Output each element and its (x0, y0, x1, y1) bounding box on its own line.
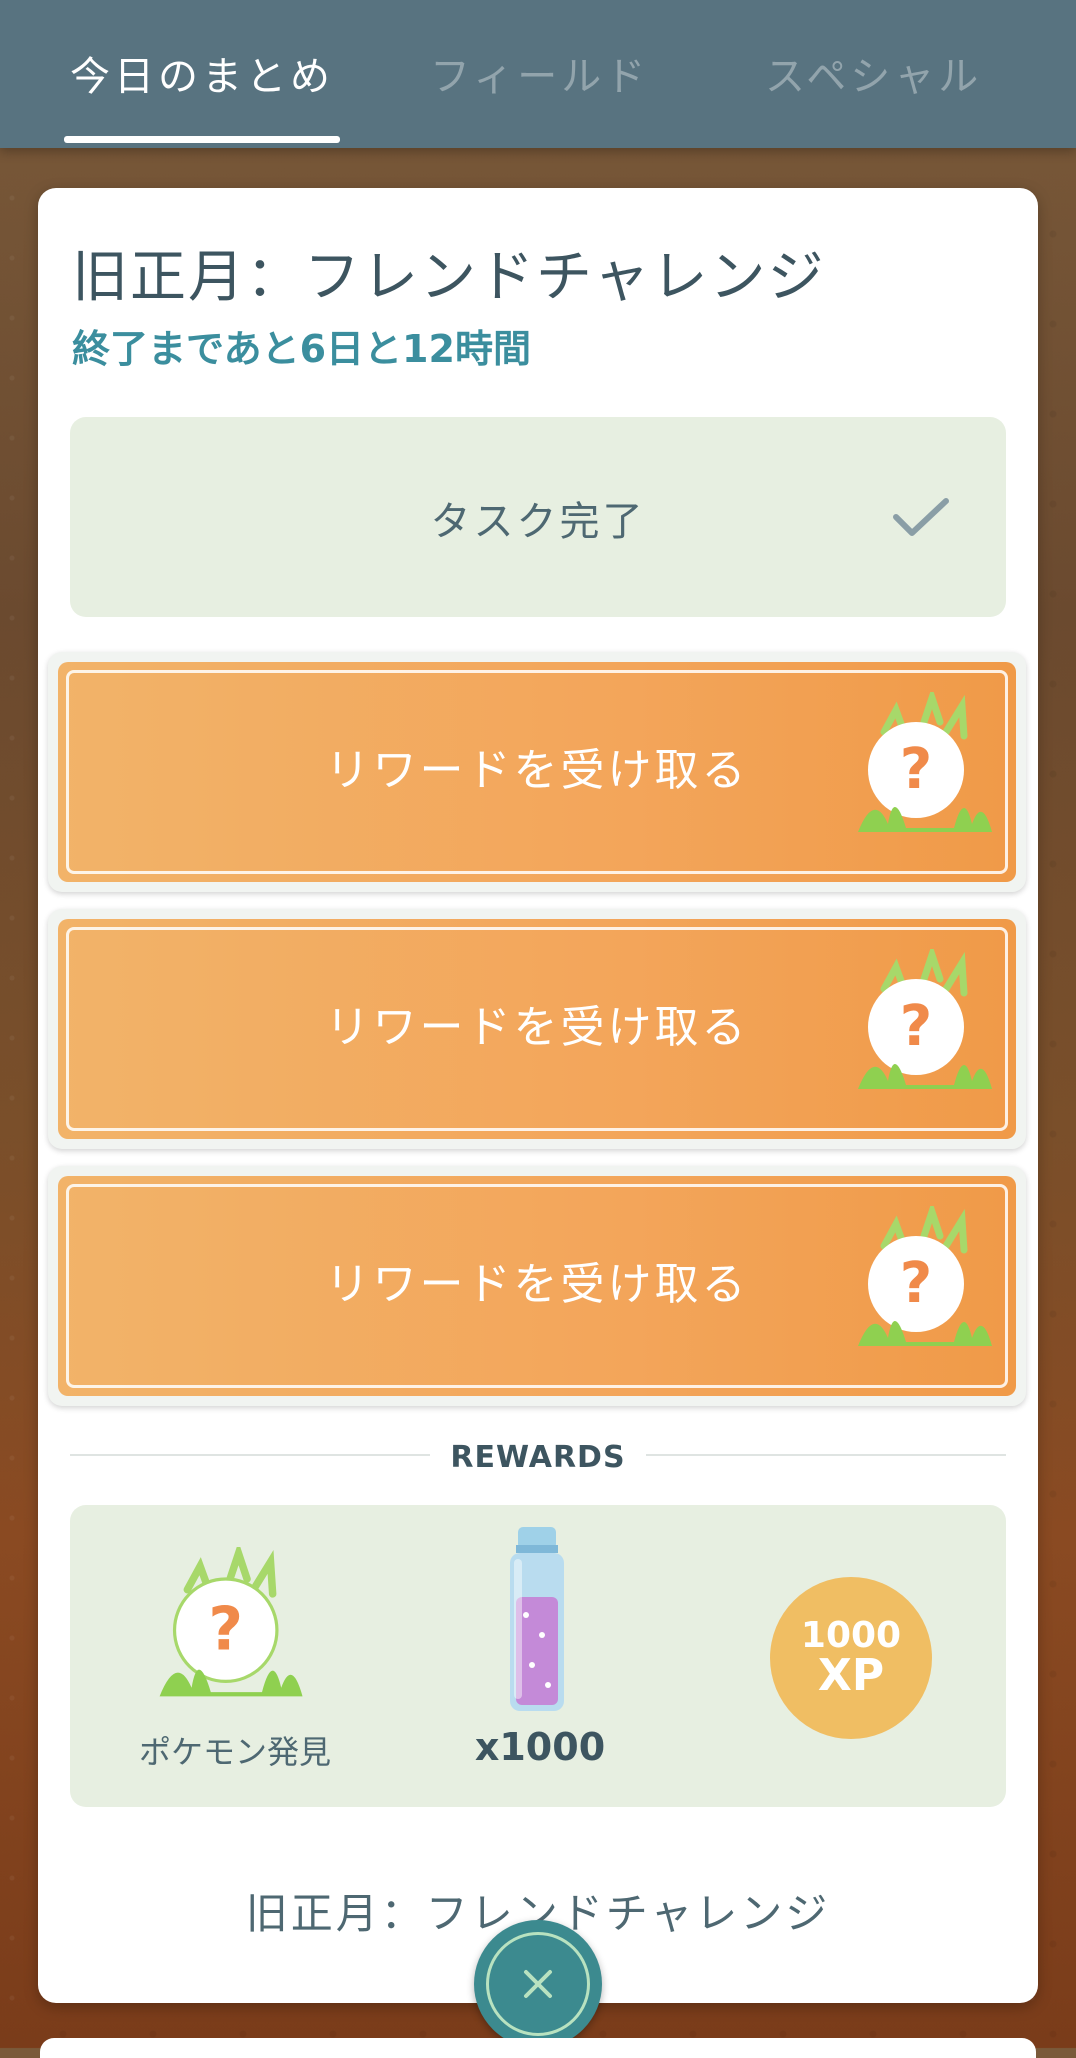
svg-text:?: ? (900, 994, 932, 1059)
research-title: 旧正月：フレンドチャレンジ (72, 245, 826, 310)
xp-amount: 1000 (800, 1615, 902, 1656)
stardust-icon (510, 1527, 564, 1711)
xp-unit: XP (817, 1650, 885, 1701)
task-complete-row: タスク完了 (70, 417, 1006, 617)
mystery-pokemon-icon: ? (858, 692, 992, 832)
svg-text:?: ? (900, 1251, 932, 1316)
xp-badge: 1000 XP (770, 1577, 932, 1739)
mystery-pokemon-icon: ? (159, 1547, 303, 1697)
task-status-label: タスク完了 (430, 499, 646, 545)
time-remaining: 終了まであと6日と12時間 (72, 327, 531, 371)
tab-bar: 今日のまとめ フィールド スペシャル (0, 0, 1076, 148)
svg-text:?: ? (900, 737, 932, 802)
tab-today-summary[interactable]: 今日のまとめ (70, 44, 334, 102)
claim-reward-button[interactable]: リワードを受け取る ? (48, 909, 1026, 1149)
reward-stardust-amount: x1000 (474, 1725, 606, 1769)
claim-reward-button[interactable]: リワードを受け取る ? (48, 652, 1026, 892)
next-card-edge (40, 2038, 1036, 2058)
tab-field[interactable]: フィールド (430, 44, 649, 102)
reward-pokemon-encounter-label: ポケモン発見 (138, 1733, 331, 1771)
close-button[interactable] (474, 1920, 602, 2048)
check-icon (893, 498, 949, 536)
svg-text:?: ? (208, 1595, 243, 1664)
mystery-pokemon-icon: ? (858, 1206, 992, 1346)
close-icon (524, 1970, 552, 1998)
claim-reward-button[interactable]: リワードを受け取る ? (48, 1166, 1026, 1406)
rewards-heading: REWARDS (430, 1440, 646, 1475)
rewards-panel: ? ポケモン発見 x1000 1000 XP (70, 1505, 1006, 1807)
active-tab-indicator (64, 136, 340, 143)
tab-special[interactable]: スペシャル (765, 44, 982, 102)
mystery-pokemon-icon: ? (858, 949, 992, 1089)
